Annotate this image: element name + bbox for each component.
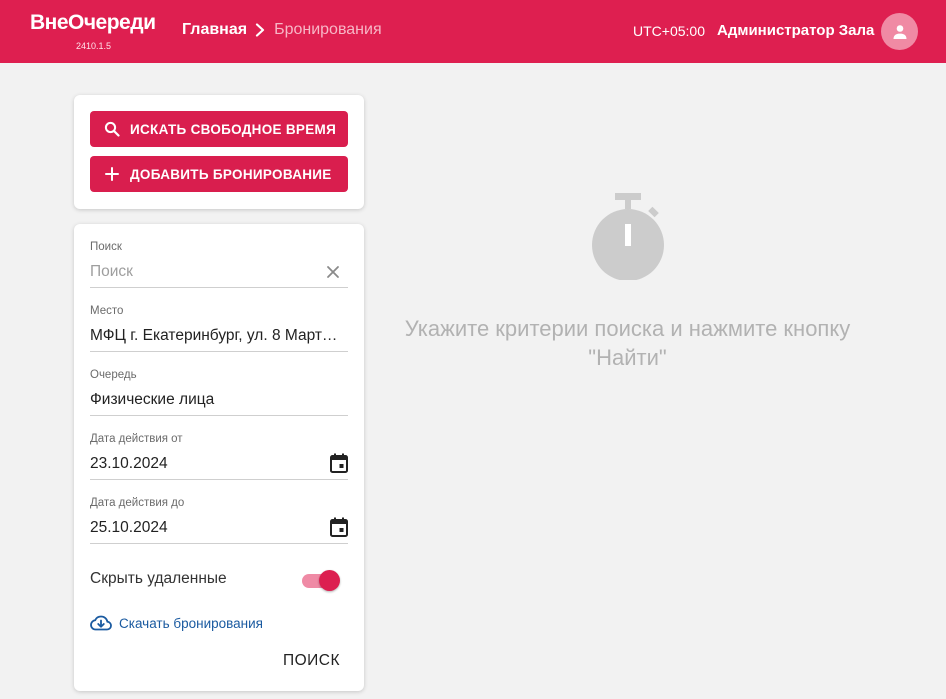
actions-card: ИСКАТЬ СВОБОДНОЕ ВРЕМЯ ДОБАВИТЬ БРОНИРОВ… bbox=[74, 95, 364, 209]
search-free-time-label: ИСКАТЬ СВОБОДНОЕ ВРЕМЯ bbox=[130, 121, 337, 137]
search-button[interactable]: ПОИСК bbox=[283, 652, 340, 670]
cloud-download-icon bbox=[90, 615, 112, 631]
chevron-right-icon bbox=[255, 23, 265, 37]
timer-icon bbox=[591, 193, 664, 280]
date-from-field[interactable]: Дата действия от 23.10.2024 bbox=[90, 433, 348, 480]
date-from-input[interactable]: 23.10.2024 bbox=[90, 455, 340, 473]
toggle-thumb bbox=[319, 570, 340, 591]
empty-state: Укажите критерии поиска и нажмите кнопку… bbox=[395, 190, 860, 372]
place-select[interactable]: Место МФЦ г. Екатеринбург, ул. 8 Марта, … bbox=[90, 305, 348, 352]
filters-card: Поиск Поиск Место МФЦ г. Екатеринбург, у… bbox=[74, 224, 364, 691]
hide-deleted-toggle[interactable] bbox=[302, 570, 340, 591]
queue-select[interactable]: Очередь Физические лица bbox=[90, 369, 348, 416]
date-to-input[interactable]: 25.10.2024 bbox=[90, 519, 340, 537]
close-icon[interactable] bbox=[326, 265, 340, 279]
hide-deleted-row: Скрыть удаленные bbox=[90, 568, 348, 591]
date-to-label: Дата действия до bbox=[90, 497, 185, 509]
search-icon bbox=[104, 121, 120, 137]
empty-state-message: Укажите критерии поиска и нажмите кнопку… bbox=[404, 316, 851, 370]
breadcrumb: Главная Бронирования bbox=[182, 21, 382, 39]
search-input[interactable]: Поиск bbox=[90, 263, 340, 281]
plus-icon bbox=[104, 166, 120, 182]
date-from-label: Дата действия от bbox=[90, 433, 183, 445]
search-field-label: Поиск bbox=[90, 241, 122, 253]
place-field-label: Место bbox=[90, 305, 124, 317]
search-field[interactable]: Поиск Поиск bbox=[90, 241, 348, 288]
top-app-bar: ВнеОчереди 2410.1.5 Главная Бронирования… bbox=[0, 0, 946, 63]
breadcrumb-current: Бронирования bbox=[274, 21, 382, 38]
date-to-field[interactable]: Дата действия до 25.10.2024 bbox=[90, 497, 348, 544]
avatar[interactable] bbox=[881, 13, 918, 50]
user-name[interactable]: Администратор Зала bbox=[717, 22, 874, 39]
queue-value: Физические лица bbox=[90, 391, 215, 408]
timezone-indicator: UTC+05:00 bbox=[633, 23, 705, 39]
breadcrumb-home-link[interactable]: Главная bbox=[182, 21, 247, 39]
download-bookings-label: Скачать бронирования bbox=[119, 615, 263, 631]
add-booking-label: ДОБАВИТЬ БРОНИРОВАНИЕ bbox=[130, 166, 332, 182]
download-bookings-link[interactable]: Скачать бронирования bbox=[90, 615, 263, 631]
calendar-icon[interactable] bbox=[330, 517, 348, 537]
app-logo[interactable]: ВнеОчереди bbox=[30, 11, 156, 35]
calendar-icon[interactable] bbox=[330, 453, 348, 473]
search-free-time-button[interactable]: ИСКАТЬ СВОБОДНОЕ ВРЕМЯ bbox=[90, 111, 348, 147]
hide-deleted-label: Скрыть удаленные bbox=[90, 570, 227, 587]
app-version: 2410.1.5 bbox=[76, 41, 112, 51]
queue-field-label: Очередь bbox=[90, 369, 137, 381]
add-booking-button[interactable]: ДОБАВИТЬ БРОНИРОВАНИЕ bbox=[90, 156, 348, 192]
place-value: МФЦ г. Екатеринбург, ул. 8 Марта, 13 bbox=[90, 327, 340, 344]
person-icon bbox=[893, 24, 906, 39]
